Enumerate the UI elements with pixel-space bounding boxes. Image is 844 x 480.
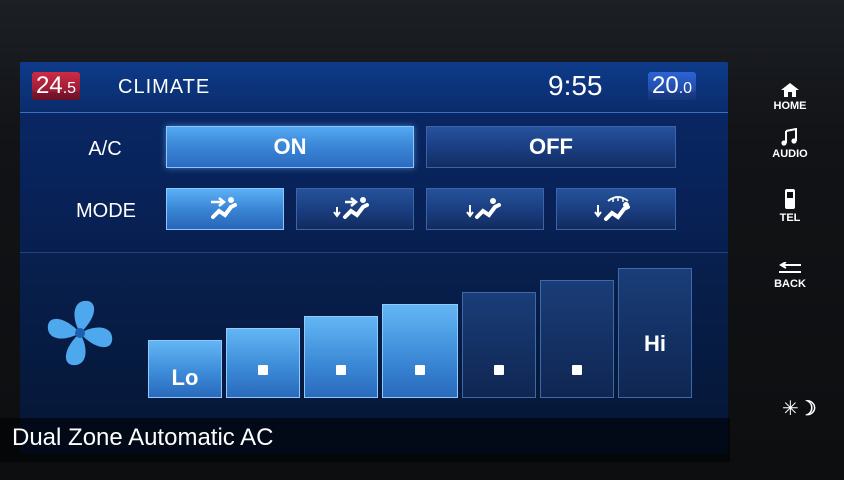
back-label: BACK (774, 278, 806, 290)
fan-level-4[interactable] (382, 304, 458, 398)
fan-level-marker (336, 365, 346, 375)
fan-level-marker (494, 365, 504, 375)
home-icon (781, 83, 799, 97)
driver-temp-integer: 24 (36, 72, 63, 99)
brightness-button[interactable]: ✳☽ (782, 396, 817, 421)
fan-level-lo-label: Lo (171, 365, 199, 390)
tel-label: TEL (779, 212, 801, 224)
climate-screen: 24.5 CLIMATE 9:55 20.0 A/C ON OFF MODE L… (20, 62, 728, 454)
phone-icon (785, 189, 795, 209)
caption-banner: Dual Zone Automatic AC (0, 418, 730, 462)
audio-button[interactable]: AUDIO (750, 128, 830, 160)
fan-level-1[interactable]: Lo (148, 340, 222, 398)
driver-temp-decimal: .5 (62, 80, 77, 97)
home-button[interactable]: HOME (750, 82, 830, 112)
driver-temp-box: 24.5 (32, 72, 81, 100)
music-note-icon (781, 128, 797, 146)
vent-feet-defrost-icon (594, 195, 630, 221)
passenger-temp-display[interactable]: 20.0 (648, 72, 697, 100)
mode-feet-defrost-button[interactable] (556, 188, 676, 230)
vent-face-icon (211, 196, 237, 219)
back-arrow-icon (779, 262, 801, 273)
fan-level-marker (415, 365, 425, 375)
page-title: CLIMATE (118, 76, 211, 98)
vent-feet-icon (466, 197, 501, 219)
mode-feet-button[interactable] (426, 188, 544, 230)
passenger-temp-box: 20.0 (648, 72, 697, 100)
moon-icon: ☽ (798, 398, 817, 420)
home-label: HOME (773, 100, 807, 112)
mode-label: MODE (76, 200, 136, 222)
fan-level-6[interactable] (540, 280, 614, 398)
ac-off-button[interactable]: OFF (426, 126, 676, 168)
status-bar: 24.5 CLIMATE 9:55 20.0 (20, 62, 728, 113)
mode-face-feet-button[interactable] (296, 188, 414, 230)
caption-text: Dual Zone Automatic AC (12, 424, 274, 451)
back-button[interactable]: BACK (750, 262, 830, 290)
mode-face-button[interactable] (166, 188, 284, 230)
ac-on-button[interactable]: ON (166, 126, 414, 168)
fan-icon (40, 293, 120, 378)
audio-label: AUDIO (772, 148, 808, 160)
fan-level-marker (572, 365, 582, 375)
fan-level-hi-label: Hi (644, 331, 666, 356)
vent-face-feet-icon (333, 196, 369, 219)
ac-label: A/C (88, 138, 122, 160)
fan-level-7[interactable]: Hi (618, 268, 692, 398)
clock: 9:55 (548, 70, 603, 101)
passenger-temp-integer: 20 (652, 72, 679, 99)
sun-icon: ✳ (782, 398, 799, 420)
fan-level-2[interactable] (226, 328, 300, 398)
driver-temp-display[interactable]: 24.5 (32, 72, 81, 100)
tel-button[interactable]: TEL (750, 188, 830, 224)
fan-level-5[interactable] (462, 292, 536, 398)
passenger-temp-decimal: .0 (678, 80, 693, 97)
fan-level-3[interactable] (304, 316, 378, 398)
fan-level-marker (258, 365, 268, 375)
